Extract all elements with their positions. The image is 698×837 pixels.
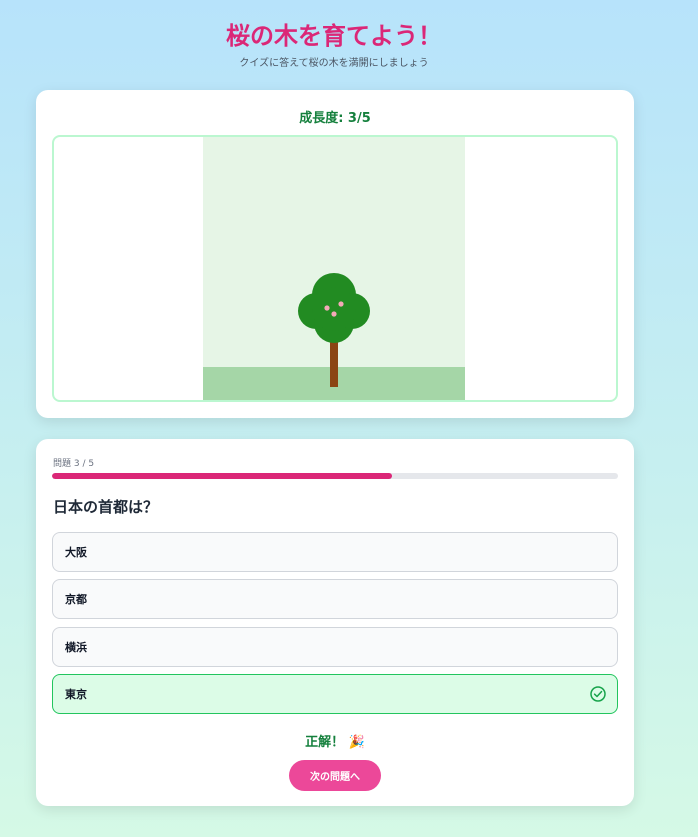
answer-option-label: 京都 <box>65 593 87 606</box>
tree-card: 成長度: 3/5 <box>36 90 634 418</box>
result-message: 正解！ 🎉 <box>305 735 365 750</box>
answer-option-1[interactable]: 大阪 <box>52 532 618 572</box>
check-circle-icon <box>589 685 607 707</box>
tree-illustration <box>203 137 465 400</box>
progress-fill <box>52 473 392 479</box>
answer-option-3[interactable]: 横浜 <box>52 627 618 667</box>
growth-label: 成長度: 3/5 <box>299 111 371 126</box>
page-subtitle: クイズに答えて桜の木を満開にしましょう <box>239 58 429 69</box>
answer-option-label: 横浜 <box>65 641 87 654</box>
progress-bar <box>52 473 618 479</box>
answer-option-4[interactable]: 東京 <box>52 674 618 714</box>
next-question-button[interactable]: 次の問題へ <box>289 760 381 791</box>
question-counter: 問題 3 / 5 <box>53 459 95 469</box>
answer-option-label: 東京 <box>65 688 87 701</box>
quiz-card: 問題 3 / 5 日本の首都は？ 大阪 京都 横浜 東京 正解！ 🎉 次の問題へ <box>36 439 634 806</box>
question-text: 日本の首都は？ <box>53 498 159 516</box>
answer-option-2[interactable]: 京都 <box>52 579 618 619</box>
page-title: 桜の木を育てよう！ <box>226 22 442 50</box>
answer-option-label: 大阪 <box>65 546 87 559</box>
tree-scene <box>52 135 618 402</box>
